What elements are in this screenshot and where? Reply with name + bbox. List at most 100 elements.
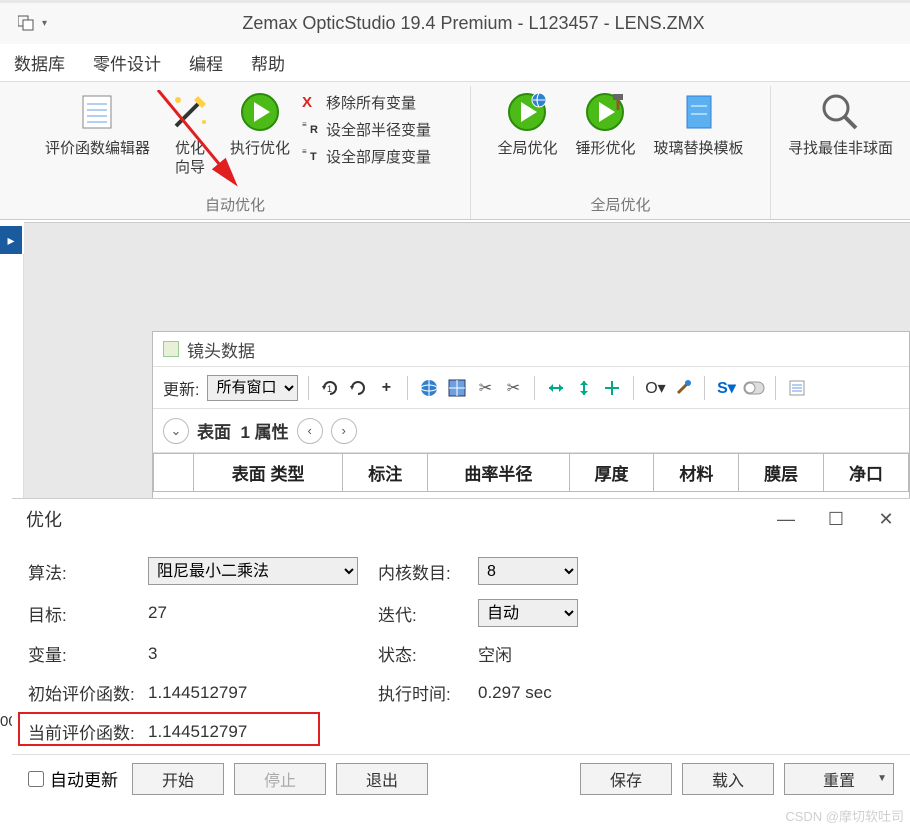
- r-icon: ≡R: [302, 119, 320, 140]
- value-initial-mf: 1.144512797: [148, 683, 378, 703]
- run-optimize-button[interactable]: 执行优化: [224, 86, 296, 163]
- value-target: 27: [148, 603, 378, 623]
- table-icon[interactable]: [446, 377, 468, 399]
- glass-substitute-button[interactable]: 玻璃替换模板: [648, 86, 750, 163]
- opt-wizard-icon: [168, 90, 212, 134]
- hammer-optimize-label: 锤形优化: [575, 140, 635, 159]
- value-current-mf: 1.144512797: [148, 722, 378, 742]
- auto-update-checkbox[interactable]: 自动更新: [28, 766, 118, 791]
- document-icon: [163, 341, 179, 357]
- ribbon-group-global-optimize: 全局优化 锤形优化 玻璃替换模板 全局优化: [470, 86, 770, 219]
- scissors1-icon[interactable]: ✂: [474, 377, 496, 399]
- col-thickness[interactable]: 厚度: [569, 454, 654, 492]
- menu-part-design[interactable]: 零件设计: [93, 50, 161, 75]
- label-variable: 变量:: [28, 641, 148, 666]
- start-button[interactable]: 开始: [132, 763, 224, 795]
- s-icon[interactable]: S▾: [715, 377, 737, 399]
- svg-text:≡: ≡: [302, 147, 307, 156]
- resize-both-icon[interactable]: [601, 377, 623, 399]
- stop-button[interactable]: 停止: [234, 763, 326, 795]
- label-initial-mf: 初始评价函数:: [28, 680, 148, 705]
- opt-wizard-button[interactable]: 优化向导: [162, 86, 218, 182]
- optimize-button-bar: 自动更新 开始 停止 退出 保存 载入 重置▼: [12, 754, 910, 802]
- col-material[interactable]: 材料: [654, 454, 739, 492]
- menu-database[interactable]: 数据库: [14, 50, 65, 75]
- svg-text:1: 1: [327, 384, 332, 394]
- glass-substitute-label: 玻璃替换模板: [654, 140, 744, 159]
- auto-update-input[interactable]: [28, 771, 44, 787]
- label-current-mf: 当前评价函数:: [28, 719, 148, 744]
- minimize-button[interactable]: —: [776, 509, 796, 529]
- col-surface-type[interactable]: 表面 类型: [194, 454, 343, 492]
- lens-data-panel: 镜头数据 更新: 所有窗口 1 + ✂ ✂ O▾ S▾: [152, 331, 910, 510]
- exit-button[interactable]: 退出: [336, 763, 428, 795]
- update-select[interactable]: 所有窗口: [207, 375, 298, 401]
- workspace: 镜头数据 更新: 所有窗口 1 + ✂ ✂ O▾ S▾: [24, 222, 910, 510]
- close-button[interactable]: ✕: [876, 509, 896, 529]
- list-icon[interactable]: [786, 377, 808, 399]
- col-clear[interactable]: 净口: [824, 454, 909, 492]
- col-comment[interactable]: 标注: [343, 454, 428, 492]
- optimize-grid: 算法: 阻尼最小二乘法 内核数目: 8 目标: 27 迭代: 自动 变量: 3 …: [28, 557, 894, 744]
- set-all-radius-button[interactable]: ≡R 设全部半径变量: [302, 119, 431, 140]
- brush-icon[interactable]: [672, 377, 694, 399]
- reset-button[interactable]: 重置▼: [784, 763, 894, 795]
- svg-text:T: T: [310, 151, 317, 163]
- circle-o-icon[interactable]: O▾: [644, 377, 666, 399]
- ribbon: 评价函数编辑器 优化向导 执行优化 X 移除所有变量: [0, 82, 910, 220]
- col-coating[interactable]: 膜层: [739, 454, 824, 492]
- label-status: 状态:: [378, 641, 478, 666]
- optimize-dialog: 优化 — ☐ ✕ 算法: 阻尼最小二乘法 内核数目: 8 目标: 27 迭代: …: [12, 498, 910, 831]
- label-cores: 内核数目:: [378, 559, 478, 584]
- title-bar: ▾ Zemax OpticStudio 19.4 Premium - L1234…: [0, 0, 910, 44]
- global-optimize-button[interactable]: 全局优化: [491, 86, 563, 163]
- merit-editor-label: 评价函数编辑器: [45, 140, 150, 159]
- label-iterations: 迭代:: [378, 601, 478, 626]
- scissors2-icon[interactable]: ✂: [502, 377, 524, 399]
- vertical-tab[interactable]: ▸: [0, 226, 22, 254]
- value-variable: 3: [148, 644, 378, 664]
- resize-v-icon[interactable]: [573, 377, 595, 399]
- refresh-c-icon[interactable]: [347, 377, 369, 399]
- next-surface-button[interactable]: ›: [331, 418, 357, 444]
- cores-select[interactable]: 8: [478, 557, 578, 585]
- svg-text:≡: ≡: [302, 120, 307, 129]
- refresh-c1-icon[interactable]: 1: [319, 377, 341, 399]
- label-target: 目标:: [28, 601, 148, 626]
- lens-panel-titlebar: 镜头数据: [153, 332, 909, 367]
- set-all-thickness-button[interactable]: ≡T 设全部厚度变量: [302, 146, 431, 167]
- globe-icon[interactable]: [418, 377, 440, 399]
- update-label: 更新:: [163, 376, 199, 400]
- lens-surface-row: ⌄ 表面 1 属性 ‹ ›: [153, 409, 909, 453]
- ribbon-group-auto-optimize: 评价函数编辑器 优化向导 执行优化 X 移除所有变量: [0, 86, 470, 219]
- global-optimize-icon: [505, 90, 549, 134]
- menu-programming[interactable]: 编程: [189, 50, 223, 75]
- prev-surface-button[interactable]: ‹: [297, 418, 323, 444]
- lens-panel-title: 镜头数据: [187, 337, 255, 362]
- toggle-icon[interactable]: [743, 377, 765, 399]
- left-gutter: 00): [0, 254, 24, 510]
- expand-down-button[interactable]: ⌄: [163, 418, 189, 444]
- hammer-optimize-icon: [583, 90, 627, 134]
- plus-icon[interactable]: +: [375, 377, 397, 399]
- save-button[interactable]: 保存: [580, 763, 672, 795]
- find-best-label: 寻找最佳非球面: [788, 140, 893, 159]
- col-radius[interactable]: 曲率半径: [428, 454, 569, 492]
- maximize-button[interactable]: ☐: [826, 509, 846, 529]
- find-best-asphere-button[interactable]: 寻找最佳非球面: [782, 86, 899, 163]
- hammer-optimize-button[interactable]: 锤形优化: [569, 86, 641, 163]
- optimize-titlebar: 优化 — ☐ ✕: [12, 499, 910, 539]
- lens-toolbar: 更新: 所有窗口 1 + ✂ ✂ O▾ S▾: [153, 367, 909, 409]
- magnifier-icon: [818, 90, 862, 134]
- iterations-select[interactable]: 自动: [478, 599, 578, 627]
- remove-all-vars-button[interactable]: X 移除所有变量: [302, 92, 431, 113]
- menu-help[interactable]: 帮助: [251, 50, 285, 75]
- window-icon: [18, 14, 38, 34]
- merit-editor-button[interactable]: 评价函数编辑器: [39, 86, 156, 163]
- algorithm-select[interactable]: 阻尼最小二乘法: [148, 557, 358, 585]
- watermark: CSDN @摩切软吐司: [785, 806, 904, 825]
- value-status: 空闲: [478, 641, 658, 666]
- chevron-down-icon: ▼: [877, 773, 887, 784]
- load-button[interactable]: 载入: [682, 763, 774, 795]
- resize-h-icon[interactable]: [545, 377, 567, 399]
